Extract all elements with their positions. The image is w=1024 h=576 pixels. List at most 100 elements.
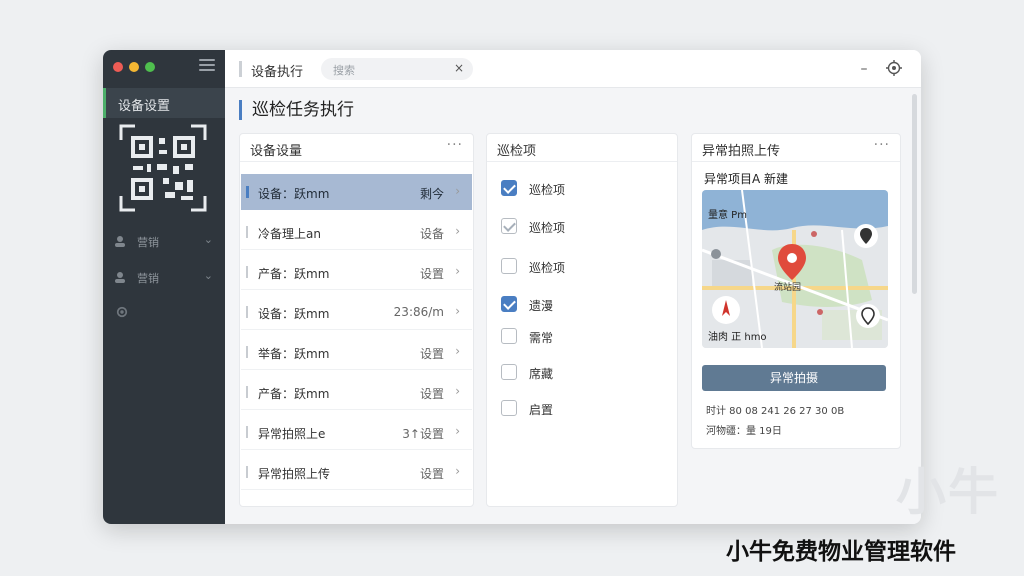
device-row[interactable]: 异常拍照上传 设置 › xyxy=(241,454,472,490)
row-marker xyxy=(246,266,248,278)
checklist-item[interactable]: 巡检项 xyxy=(501,216,661,238)
map-label: 油肉 正 hmo xyxy=(708,332,767,343)
checklist-panel: 巡检项 巡检项 巡检项 巡检项 遗漫 需常 席藏 启置 xyxy=(486,133,678,507)
checklist-item[interactable]: 需常 xyxy=(501,326,661,348)
device-row[interactable]: 产备：跃mm 设置 › xyxy=(241,254,472,290)
checkbox[interactable] xyxy=(501,296,517,312)
checkbox[interactable] xyxy=(501,218,517,234)
chevron-right-icon: › xyxy=(455,424,460,438)
device-row[interactable]: 产备：跃mm 设置 › xyxy=(241,374,472,410)
checklist-item[interactable]: 巡检项 xyxy=(501,178,661,200)
upload-panel-header: 异常拍照上传 ··· xyxy=(692,134,900,162)
checkbox[interactable] xyxy=(501,328,517,344)
close-window-button[interactable] xyxy=(113,62,123,72)
checkbox[interactable] xyxy=(501,180,517,196)
page-title: 巡检任务执行 xyxy=(239,100,354,120)
checklist-item-label: 启置 xyxy=(529,403,554,417)
checkbox[interactable] xyxy=(501,364,517,380)
chevron-down-icon: ⌄ xyxy=(203,269,213,282)
device-row-label: 异常拍照上e xyxy=(258,427,326,441)
maximize-window-button[interactable] xyxy=(145,62,155,72)
device-row-value: 设置 xyxy=(419,347,444,361)
checklist-panel-header: 巡检项 xyxy=(487,134,677,162)
device-panel: 设备设量 ··· 设备：跃mm 剩今 › 冷备理上an 设备 › 产备：跃mm 设置 › 设备：跃… xyxy=(239,133,474,507)
checklist-item-label: 巡检项 xyxy=(529,183,566,197)
row-marker xyxy=(246,466,248,478)
chevron-right-icon: › xyxy=(455,464,460,478)
device-row-value: 设备 xyxy=(419,227,444,241)
device-row-value: 剩今 xyxy=(419,187,444,201)
gear-icon[interactable] xyxy=(919,60,921,78)
device-row[interactable]: 冷备理上an 设备 › xyxy=(241,214,472,250)
sidebar-item-marketing[interactable]: 营销 ⌄ xyxy=(103,228,225,254)
device-row[interactable]: 举备：跃mm 设置 › xyxy=(241,334,472,370)
sidebar: 设备设置 营销 ⌄ 营销 ⌄ xyxy=(103,50,225,524)
device-row-value: 设置 xyxy=(419,387,444,401)
qr-code-icon xyxy=(119,124,207,212)
chevron-right-icon: › xyxy=(455,384,460,398)
settings-icon xyxy=(116,306,128,318)
timestamp-text: 时计 80 08 241 26 27 30 0B xyxy=(706,406,845,417)
device-row-value: 设置 xyxy=(419,467,444,481)
watermark-logo: 小牛 xyxy=(896,463,1000,521)
checklist-item[interactable]: 席藏 xyxy=(501,362,661,384)
photo-upload-panel: 异常拍照上传 ··· 异常项目A 新建 量意 Pm 流站园 油肉 正 hmo 异… xyxy=(691,133,901,449)
row-marker xyxy=(246,226,248,238)
map-view[interactable]: 量意 Pm 流站园 油肉 正 hmo xyxy=(702,190,888,348)
sidebar-item-marketing-2[interactable]: 营销 ⌄ xyxy=(103,264,225,290)
sidebar-item-label: 营销 xyxy=(137,236,159,249)
device-row-label: 设备：跃mm xyxy=(258,307,330,321)
hamburger-menu-icon[interactable] xyxy=(199,59,215,71)
window-controls xyxy=(113,62,155,72)
row-marker xyxy=(246,346,248,358)
minimize-window-button[interactable] xyxy=(129,62,139,72)
title-bar: 设备执行 搜索 × – xyxy=(225,50,921,88)
checklist-item-label: 需常 xyxy=(529,331,554,345)
checklist-item[interactable]: 巡检项 xyxy=(501,256,661,278)
chevron-right-icon: › xyxy=(455,304,460,318)
sidebar-item-device-settings[interactable]: 设备设置 xyxy=(103,88,225,118)
row-marker xyxy=(246,386,248,398)
map-label: 量意 Pm xyxy=(708,210,747,221)
capture-button[interactable]: 异常拍摄 xyxy=(702,365,886,391)
sidebar-item-label: 设备设置 xyxy=(118,99,171,114)
device-panel-title: 设备设量 xyxy=(250,144,303,159)
minimize-icon[interactable]: – xyxy=(855,60,873,78)
more-icon[interactable]: ··· xyxy=(874,137,890,153)
main-area: 设备执行 搜索 × – 巡检任务执行 设备设量 ··· 设备：跃mm 剩今 › … xyxy=(225,50,921,524)
device-row-label: 举备：跃mm xyxy=(258,347,330,361)
map-label: 流站园 xyxy=(774,283,802,293)
device-row[interactable]: 异常拍照上e 3↑设置 › xyxy=(241,414,472,450)
device-row-value: 23:86/m xyxy=(393,305,444,319)
watermark-text: 小牛免费物业管理软件 xyxy=(726,539,956,565)
sidebar-item-label: 营销 xyxy=(137,272,159,285)
device-row-label: 异常拍照上传 xyxy=(258,467,331,481)
search-input[interactable]: 搜索 × xyxy=(321,58,473,80)
checklist-item-label: 遗漫 xyxy=(529,299,554,313)
tab-indicator xyxy=(239,61,242,77)
device-row[interactable]: 设备：跃mm 23:86/m › xyxy=(241,294,472,330)
device-row-label: 冷备理上an xyxy=(258,227,321,241)
checklist-panel-title: 巡检项 xyxy=(497,144,537,159)
target-icon[interactable] xyxy=(885,60,903,78)
device-row-label: 设备：跃mm xyxy=(258,187,330,201)
device-row-value: 3↑设置 xyxy=(402,427,444,441)
scrollbar[interactable] xyxy=(912,94,917,294)
checkbox[interactable] xyxy=(501,258,517,274)
users-icon xyxy=(115,272,125,283)
checklist-item[interactable]: 遗漫 xyxy=(501,294,661,316)
row-marker xyxy=(246,426,248,438)
device-row-value: 设置 xyxy=(419,267,444,281)
location-text: 河物疆：量 19日 xyxy=(706,426,782,437)
device-row-label: 产备：跃mm xyxy=(258,387,330,401)
checkbox[interactable] xyxy=(501,400,517,416)
chevron-right-icon: › xyxy=(455,224,460,238)
tab-title[interactable]: 设备执行 xyxy=(251,61,303,80)
sidebar-item-settings[interactable] xyxy=(103,300,225,326)
clear-search-icon[interactable]: × xyxy=(454,61,464,75)
checklist-item[interactable]: 启置 xyxy=(501,398,661,420)
search-placeholder: 搜索 xyxy=(333,64,355,77)
device-row[interactable]: 设备：跃mm 剩今 › xyxy=(241,174,472,210)
device-panel-header: 设备设量 ··· xyxy=(240,134,473,162)
more-icon[interactable]: ··· xyxy=(447,137,463,153)
